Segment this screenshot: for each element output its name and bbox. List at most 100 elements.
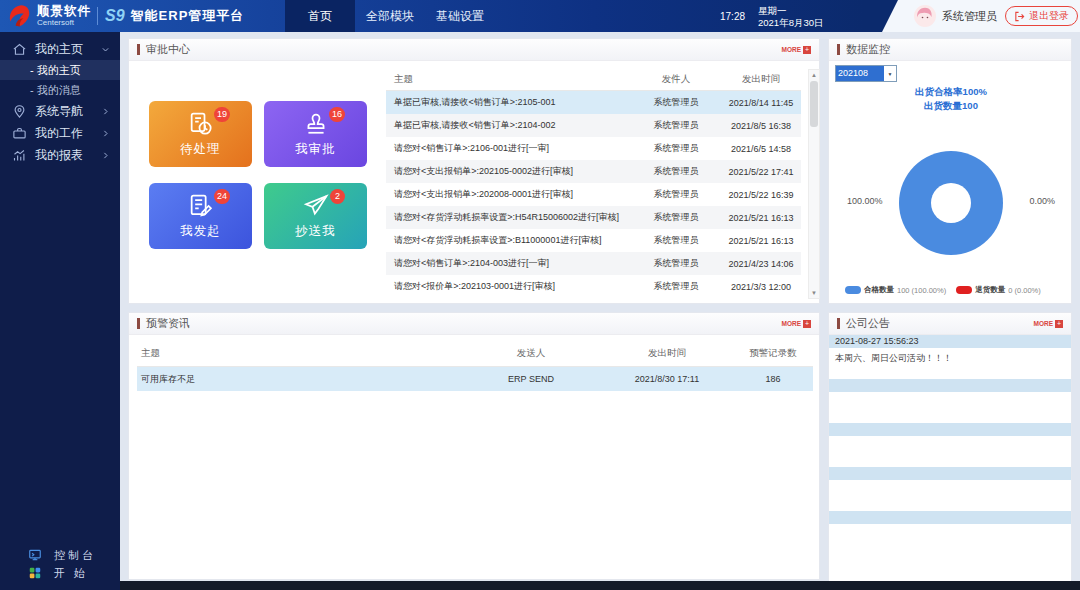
announcement-date[interactable] xyxy=(829,423,1071,436)
sidebar-item-my-home[interactable]: 我的主页 xyxy=(0,38,120,60)
ship-qty-text: 出货数量100 xyxy=(829,99,1073,113)
scroll-up-icon[interactable]: ▲ xyxy=(809,70,819,80)
panel-title: 数据监控 xyxy=(846,42,890,57)
table-header: 主题 发送人 发出时间 预警记录数 xyxy=(137,341,813,367)
card-my-initiated[interactable]: 我发起 24 xyxy=(149,183,252,249)
sidebar-item-system-nav[interactable]: 系统导航 xyxy=(0,100,120,122)
sidebar-item-my-work[interactable]: 我的工作 xyxy=(0,122,120,144)
announcement-list: 2021-08-27 15:56:23 本周六、周日公司活动！！！ xyxy=(829,335,1071,584)
logout-button[interactable]: 退出登录 xyxy=(1005,6,1078,26)
chart-legend: 合格数量 100 (100.00%) 退货数量 0 (0.00%) xyxy=(845,285,1041,295)
scroll-thumb[interactable] xyxy=(810,81,818,127)
card-label: 我审批 xyxy=(295,141,336,158)
brand-divider xyxy=(97,7,98,25)
chevron-right-icon xyxy=(101,129,110,138)
badge-count: 19 xyxy=(214,107,230,122)
plus-icon: + xyxy=(1055,320,1063,328)
chevron-right-icon xyxy=(101,107,110,116)
badge-count: 2 xyxy=(330,189,345,204)
sidebar: 我的主页 - 我的主页 - 我的消息 系统导航 我的工作 xyxy=(0,32,120,590)
product-name: 智能ERP管理平台 xyxy=(131,7,245,25)
tab-home[interactable]: 首页 xyxy=(285,0,355,32)
sidebar-item-label: 我的工作 xyxy=(35,125,101,142)
panel-title: 预警资讯 xyxy=(146,316,190,331)
table-scrollbar[interactable]: ▲ ▼ xyxy=(808,69,820,299)
table-row[interactable]: 可用库存不足 ERP SEND 2021/8/30 17:11 186 xyxy=(137,367,813,391)
alerts-more-button[interactable]: MORE + xyxy=(782,320,812,328)
topbar: 顺景软件 Centersoft S9 智能ERP管理平台 首页 全部模块 基础设… xyxy=(0,0,1080,32)
brand-logo: 顺景软件 Centersoft xyxy=(7,3,91,29)
badge-count: 24 xyxy=(214,189,230,204)
data-monitor-panel: 数据监控 202108 ▼ 出货合格率100% 出货数量100 100.00% … xyxy=(828,38,1072,304)
table-row[interactable]: 请您对<存货浮动耗损率设置>:B11000001进行[审核] 系统管理员 202… xyxy=(386,229,801,252)
sidebar-subitem-label: - 我的消息 xyxy=(30,83,81,98)
announcement-date[interactable] xyxy=(829,467,1071,480)
pass-rate-text: 出货合格率100% xyxy=(829,85,1073,99)
donut-label-left: 100.00% xyxy=(847,196,883,206)
scroll-down-icon[interactable]: ▼ xyxy=(809,288,819,298)
console-button[interactable]: 控制台 xyxy=(0,546,120,564)
table-row[interactable]: 单据已审核,请接收<销售订单>:2105-001 系统管理员 2021/8/14… xyxy=(386,91,801,114)
announcement-content xyxy=(829,436,1071,467)
bottom-strip xyxy=(120,581,1080,590)
start-icon xyxy=(28,566,42,580)
tab-all-modules[interactable]: 全部模块 xyxy=(355,0,425,32)
panel-title: 公司公告 xyxy=(846,316,890,331)
sidebar-item-label: 我的主页 xyxy=(35,41,101,58)
product-logo: S9 xyxy=(105,7,125,25)
header-subject: 主题 xyxy=(386,73,631,86)
logout-label: 退出登录 xyxy=(1029,9,1069,23)
table-row[interactable]: 请您对<销售订单>:2104-003进行[一审] 系统管理员 2021/4/23… xyxy=(386,252,801,275)
panel-title: 审批中心 xyxy=(146,42,190,57)
approval-more-button[interactable]: MORE + xyxy=(782,46,812,54)
date: 2021年8月30日 xyxy=(758,17,823,29)
avatar[interactable] xyxy=(914,5,936,27)
approval-table: 主题 发件人 发出时间 单据已审核,请接收<销售订单>:2105-001 系统管… xyxy=(386,69,801,298)
badge-count: 16 xyxy=(329,107,345,122)
table-row[interactable]: 请您对<销售订单>:2106-001进行[一审] 系统管理员 2021/6/5 … xyxy=(386,137,801,160)
table-row[interactable]: 单据已审核,请接收<销售订单>:2104-002 系统管理员 2021/8/5 … xyxy=(386,114,801,137)
chevron-down-icon xyxy=(101,45,110,54)
table-row[interactable]: 请您对<支出报销单>:202105-0002进行[审核] 系统管理员 2021/… xyxy=(386,160,801,183)
sidebar-subitem-label: - 我的主页 xyxy=(30,63,81,78)
brand-swirl-icon xyxy=(7,3,33,29)
doc-pen-icon xyxy=(187,192,215,220)
start-button[interactable]: 开 始 xyxy=(0,564,120,582)
doc-clock-icon xyxy=(187,110,215,138)
table-header: 主题 发件人 发出时间 xyxy=(386,69,801,91)
sidebar-subitem-my-messages[interactable]: - 我的消息 xyxy=(0,80,120,100)
tab-basic-settings[interactable]: 基础设置 xyxy=(425,0,495,32)
send-icon xyxy=(302,192,330,220)
sidebar-subitem-my-home[interactable]: - 我的主页 xyxy=(0,60,120,80)
main-content: 审批中心 MORE + 待处理 19 我审批 16 xyxy=(120,32,1080,590)
sidebar-item-label: 我的报表 xyxy=(35,147,101,164)
chevron-right-icon xyxy=(101,151,110,160)
alerts-table: 主题 发送人 发出时间 预警记录数 可用库存不足 ERP SEND 2021/8… xyxy=(137,341,813,391)
console-icon xyxy=(28,548,42,562)
card-cc-me[interactable]: 抄送我 2 xyxy=(264,183,367,249)
sidebar-item-my-reports[interactable]: 我的报表 xyxy=(0,144,120,166)
period-value: 202108 xyxy=(836,66,884,81)
announcement-content: 本周六、周日公司活动！！！ xyxy=(829,348,1071,379)
announcement-date[interactable] xyxy=(829,379,1071,392)
logout-icon xyxy=(1014,11,1025,22)
chevron-down-icon: ▼ xyxy=(884,66,896,81)
card-pending[interactable]: 待处理 19 xyxy=(149,101,252,167)
briefcase-icon xyxy=(12,126,27,141)
panel-title-bar xyxy=(837,44,840,55)
table-row[interactable]: 请您对<报价单>:202103-0001进行[审核] 系统管理员 2021/3/… xyxy=(386,275,801,298)
legend-swatch-blue xyxy=(845,286,861,294)
date-block: 星期一 2021年8月30日 xyxy=(758,5,823,30)
period-select[interactable]: 202108 ▼ xyxy=(835,65,897,82)
announcement-date[interactable] xyxy=(829,511,1071,524)
announcements-more-button[interactable]: MORE + xyxy=(1034,320,1064,328)
console-label: 控制台 xyxy=(54,548,96,563)
stamp-icon xyxy=(302,110,330,138)
chart-icon xyxy=(12,148,27,163)
announcements-panel: 公司公告 MORE + 2021-08-27 15:56:23 本周六、周日公司… xyxy=(828,312,1072,580)
panel-title-bar xyxy=(837,318,840,329)
announcement-date[interactable]: 2021-08-27 15:56:23 xyxy=(829,335,1071,348)
table-row[interactable]: 请您对<支出报销单>:202008-0001进行[审核] 系统管理员 2021/… xyxy=(386,183,801,206)
table-row[interactable]: 请您对<存货浮动耗损率设置>:H54R15006002进行[审核] 系统管理员 … xyxy=(386,206,801,229)
card-my-approvals[interactable]: 我审批 16 xyxy=(264,101,367,167)
